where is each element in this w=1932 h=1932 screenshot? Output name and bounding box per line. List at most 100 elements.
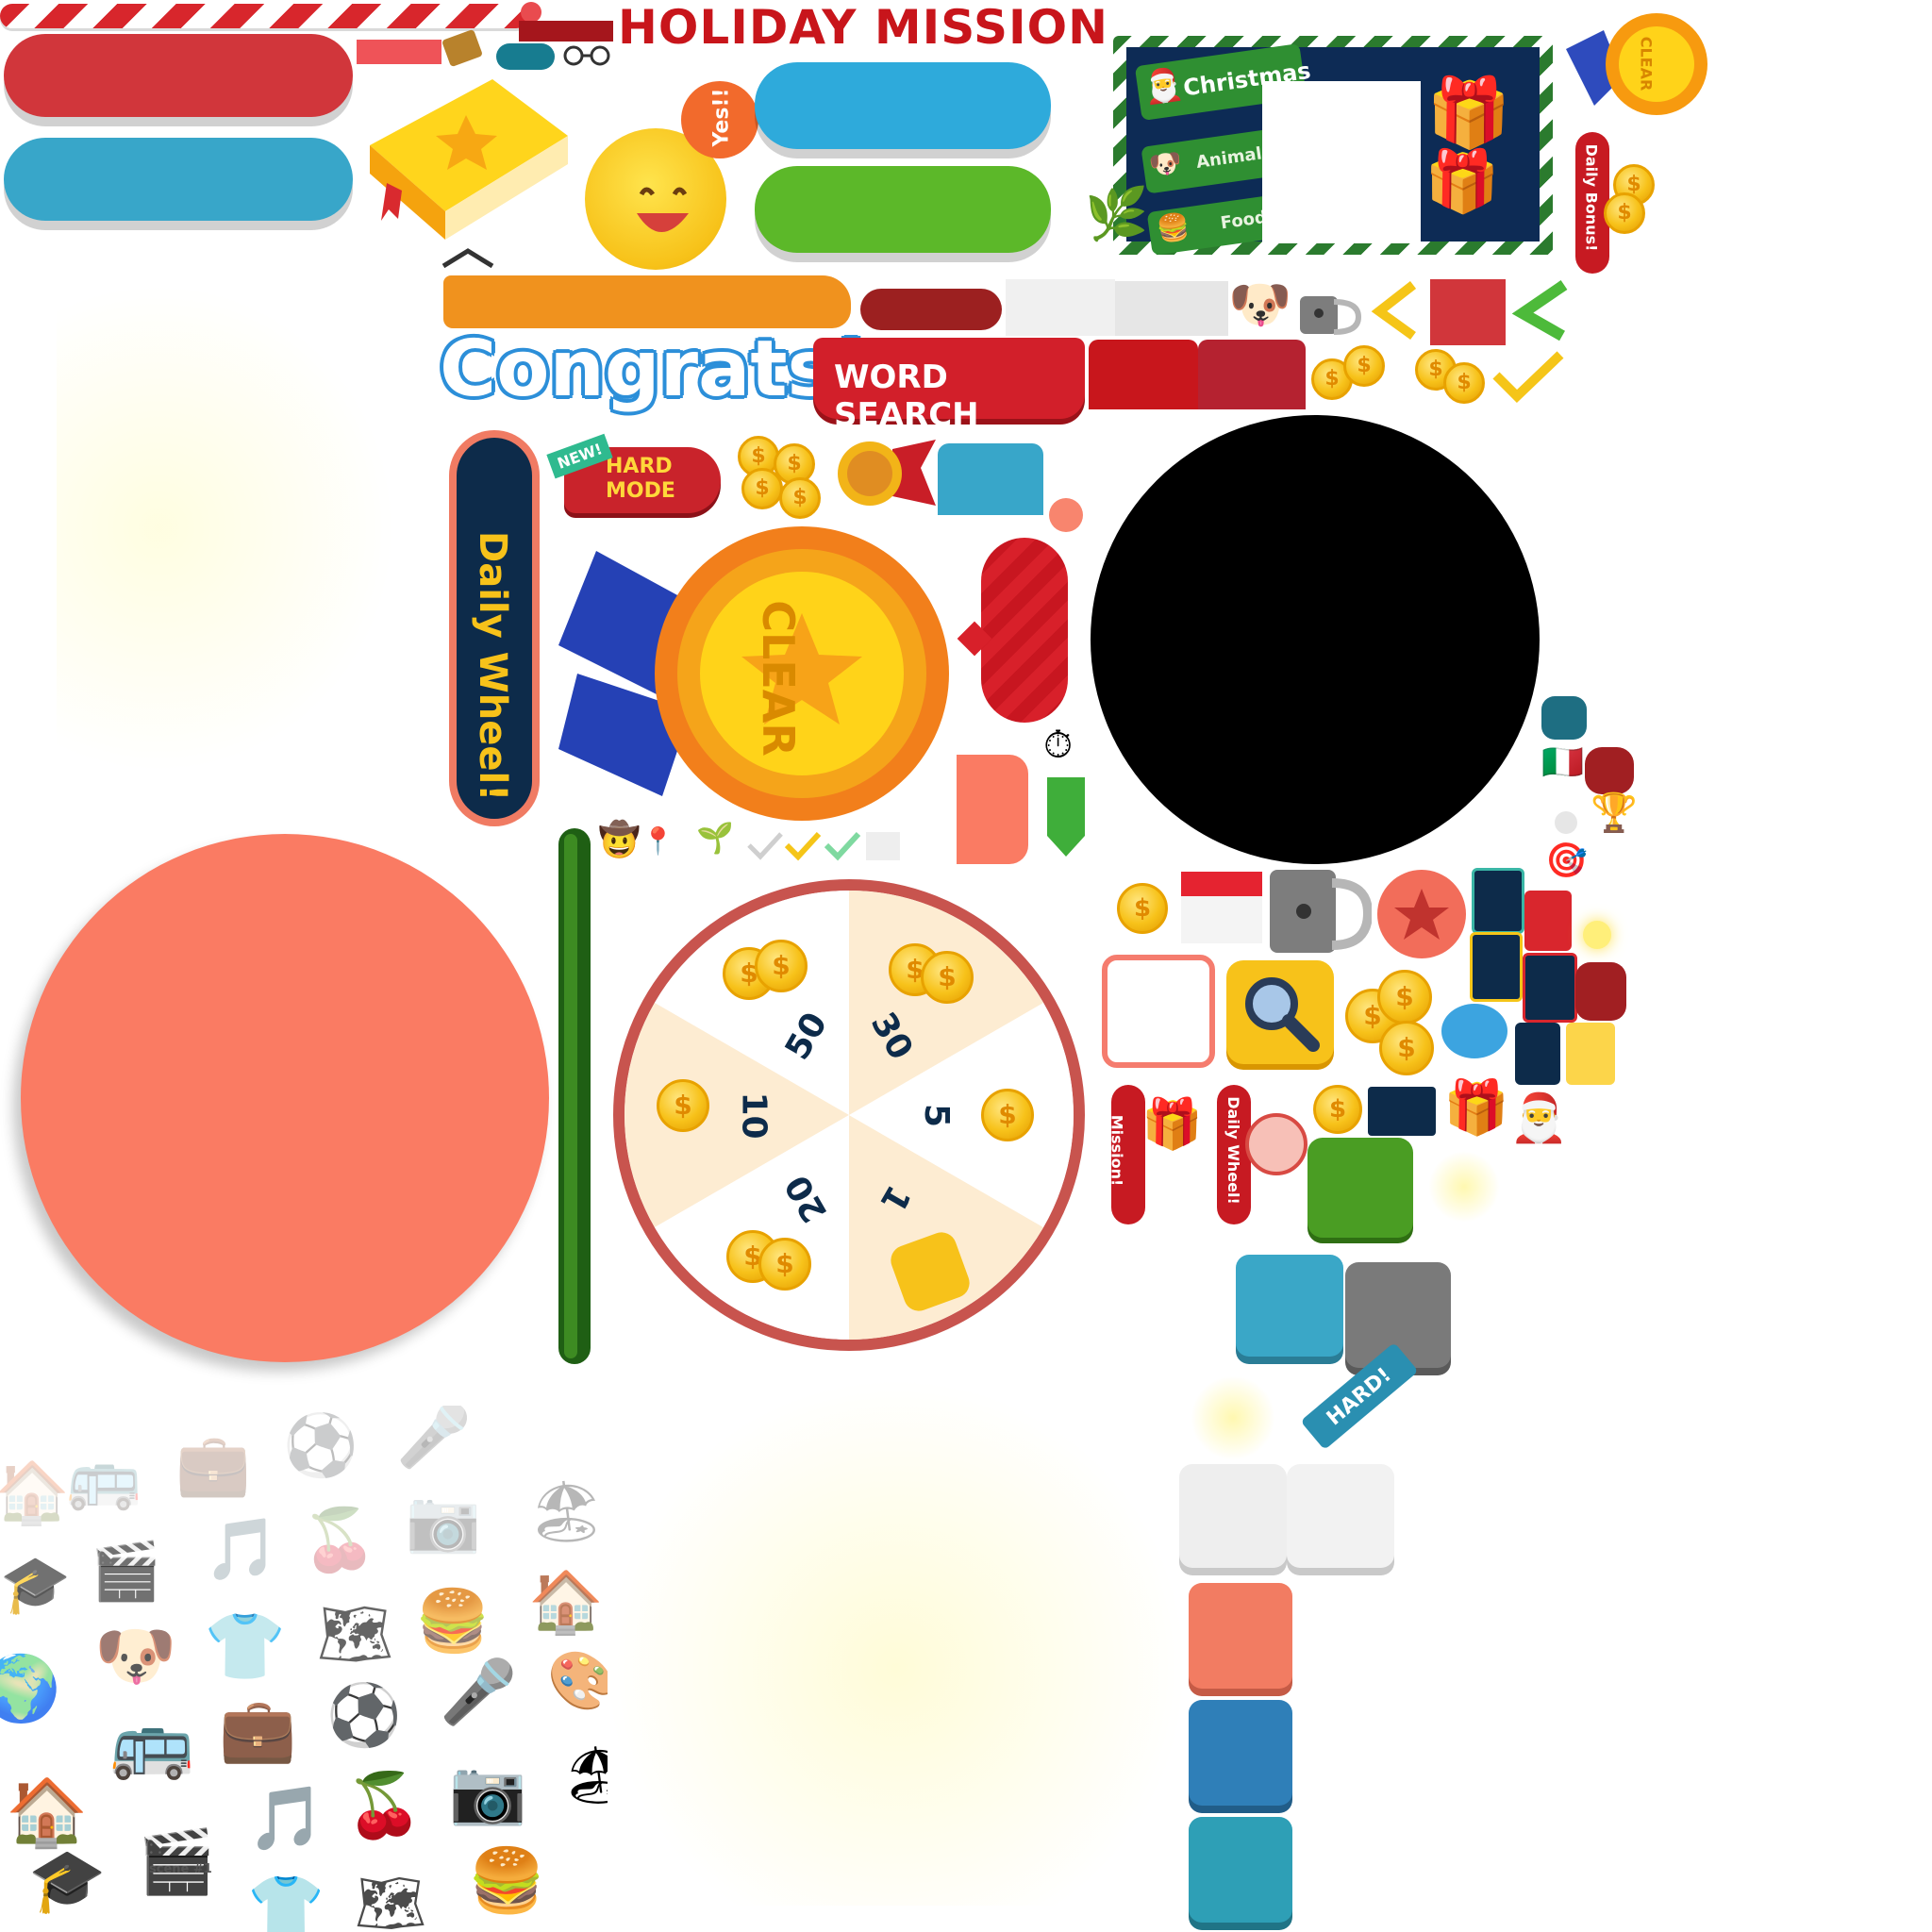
green-tile-button[interactable] [1307,1138,1413,1238]
suitcase-icon: 💼 [175,1430,251,1498]
coin-icon: $ [921,951,974,1004]
orange-brush-stroke [443,275,851,328]
santa-icon: 🎅 [1509,1091,1569,1144]
black-circle-mask [1091,415,1540,864]
wheel-label: 5 [917,1103,957,1128]
house-icon: 🏠 [0,1458,70,1526]
soccer-ball-icon: ⚽ [283,1411,358,1479]
empty-coral-frame[interactable] [1102,955,1215,1068]
clear-badge-small-text: CLEAR [1637,36,1656,92]
prize-wheel[interactable]: 50 30 10 5 20 1 $ $ $ $ $ $ $ $ [613,879,1085,1351]
house-icon: 🏠 [528,1568,604,1636]
flag-white-band [1181,896,1262,943]
sky-pill-button[interactable] [755,62,1051,149]
lock-icon [1266,866,1374,957]
clapperboard-icon: 🎬 [91,1540,161,1603]
cherry-icon: 🍒 [302,1506,377,1574]
target-icon: 🎯 [1545,841,1588,879]
music-note-icon: 🎵 [247,1783,325,1853]
coin-icon: $ [758,1238,811,1291]
mission-label: Mission! [1108,1114,1126,1187]
star-round-button[interactable] [1377,870,1466,958]
music-note-icon: 🎵 [204,1515,279,1583]
flag-icon: 🇮🇹 [1541,742,1584,781]
star-book-icon [360,79,568,240]
camera-icon: 📷 [449,1757,527,1826]
dark-red-tile [1575,962,1626,1021]
red-pill-button[interactable] [4,34,353,117]
gift-icon: 🎁 [1426,75,1511,151]
congrats-title: Congrats! [440,325,869,414]
coin-icon: $ [1313,1085,1362,1134]
chevron-left-icon [1368,279,1421,341]
navy-tile [1523,953,1577,1023]
white-tile-button[interactable] [1287,1464,1394,1568]
coin-icon: $ [741,468,783,509]
bus-icon: 🚌 [109,1706,194,1781]
graduation-cap-icon: 🎓 [28,1845,107,1915]
umbrella-icon: 🏖 [562,1743,608,1807]
panel-placeholder [1262,81,1421,243]
navy-tile [1470,932,1523,1002]
blue-speech-bubble [1441,1004,1507,1058]
teal-tab [938,443,1043,515]
blue-tile-button[interactable] [1189,1700,1292,1806]
umbrella-icon: 🏖 [528,1477,606,1545]
dog-icon: 🐶 [1228,276,1292,333]
light-burst [57,283,396,774]
blue-tile-button[interactable] [1236,1255,1343,1357]
coral-round-button[interactable] [21,834,549,1362]
coral-tile-button[interactable] [1189,1583,1292,1689]
gift-icon: 🎁 [1443,1077,1509,1137]
dark-red-tile [1585,747,1634,794]
blue-pill-button[interactable] [4,138,353,221]
checkmarks-row [745,828,906,862]
microphone-icon: 🎤 [396,1406,472,1470]
globe-icon: 🌍 [0,1653,61,1724]
hard-mode-line2: MODE [606,479,675,503]
red-small-bar [357,40,441,64]
burger-icon: 🍔 [468,1845,546,1915]
suitcase-icon: 💼 [219,1694,297,1764]
map-icon: 🗺 [355,1872,427,1932]
candy-cane-knob [521,2,541,23]
search-button[interactable] [1226,960,1334,1064]
pin-icon: 📍 [641,826,675,856]
teal-tile-button[interactable] [1189,1817,1292,1923]
glasses-icon [558,45,615,66]
medal-icon [836,440,936,515]
hard-mode-line1: HARD [606,455,673,478]
video-icon[interactable] [1524,891,1572,951]
daily-wheel-small-label: Daily Wheel! [1224,1096,1242,1205]
flag-red-band [1181,872,1262,896]
coin-icon: $ [657,1079,709,1132]
microphone-icon: 🎤 [440,1657,518,1726]
burger-icon: 🍔 [415,1587,491,1655]
light-burst [604,1377,1189,1906]
coin-icon: $ [1377,970,1432,1024]
lock-icon [1296,283,1362,336]
word-search-banner: WORD SEARCH [813,338,1085,434]
speech-bubble-text: Yes!! [709,88,734,147]
grey-bar [1006,279,1115,336]
gift-icon: 🎁 [1141,1097,1203,1152]
hat-icon: 🤠 [598,820,641,858]
coin-icon: $ [1343,345,1385,387]
cherry-icon: 🍒 [345,1770,424,1840]
category-label: Food [1219,207,1269,234]
house-icon: 🏠 [6,1775,89,1849]
small-pearl [1555,811,1577,834]
hard-ribbon-label: HARD! [1322,1363,1396,1431]
green-pill-button[interactable] [755,166,1051,253]
holly-icon: 🌿 [1085,186,1149,242]
white-tile-button[interactable] [1179,1464,1287,1568]
green-check-icon [1506,279,1572,341]
bus-icon: 🚌 [66,1443,142,1511]
red-square [1430,279,1506,345]
coin-icon: $ [981,1089,1034,1141]
small-arrow-icon [440,247,496,270]
trophy-icon: 🏆 [1591,792,1638,834]
teal-small-tile [1541,696,1587,740]
burger-icon: 🍔 [1155,210,1191,244]
graduation-cap-icon: 🎓 [0,1553,71,1616]
